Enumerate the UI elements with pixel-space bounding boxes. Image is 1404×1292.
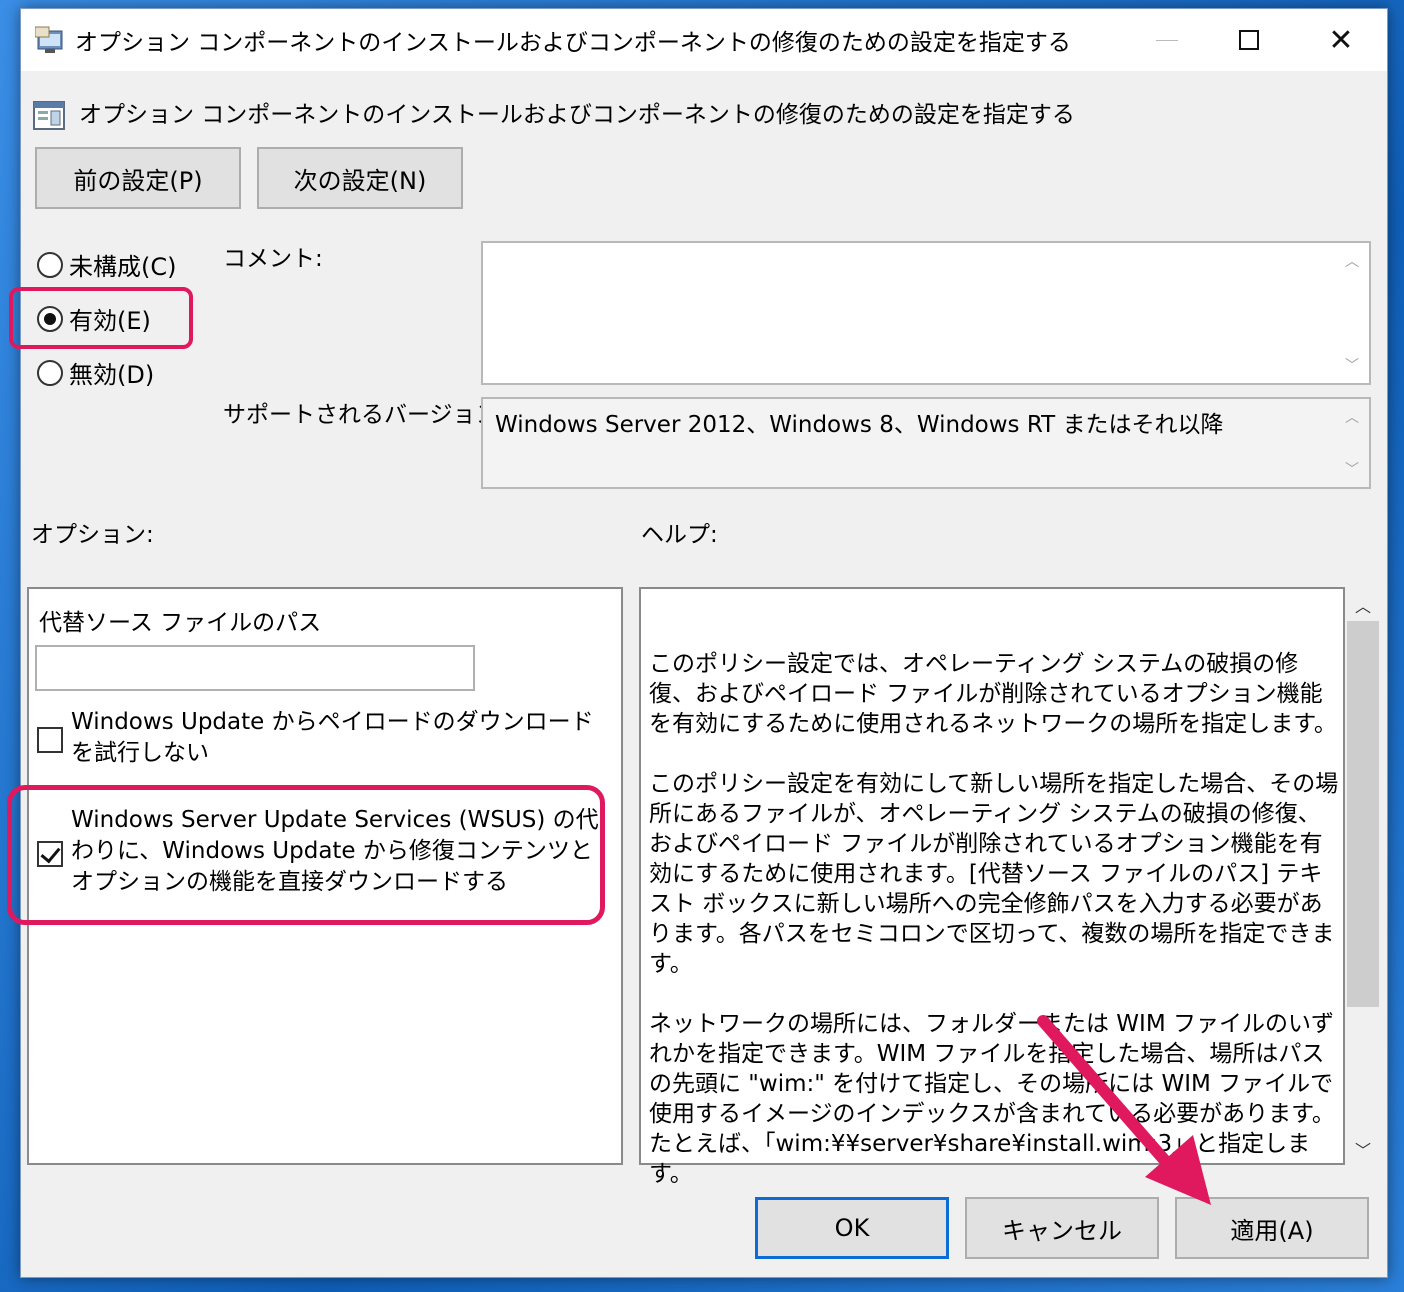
close-button[interactable]: ✕ (1295, 9, 1387, 71)
minimize-icon (1156, 39, 1178, 41)
close-icon: ✕ (1328, 22, 1354, 58)
scrollbar-thumb[interactable] (1347, 621, 1379, 1007)
alternate-source-path-input[interactable] (35, 645, 475, 691)
radio-label: 未構成(C) (69, 253, 177, 281)
no-payload-download-label: Windows Update からペイロードのダウンロードを試行しない (71, 709, 594, 766)
radio-enabled[interactable]: 有効(E) (37, 301, 151, 336)
scroll-down-icon[interactable]: ﹀ (1345, 355, 1359, 375)
download-from-windows-update-checkbox[interactable] (37, 841, 63, 867)
supported-version-label: サポートされるバージョン: (223, 402, 507, 428)
scroll-down-icon[interactable]: ﹀ (1345, 459, 1359, 479)
apply-button[interactable]: 適用(A) (1175, 1197, 1369, 1259)
no-payload-download-checkbox[interactable] (37, 727, 63, 753)
maximize-icon (1239, 30, 1259, 50)
maximize-button[interactable] (1203, 9, 1295, 71)
radio-circle[interactable] (37, 359, 63, 386)
options-panel: 代替ソース ファイルのパス Windows Update からペイロードのダウン… (7, 587, 623, 1165)
policy-app-icon (35, 26, 63, 53)
alternate-source-path-label: 代替ソース ファイルのパス (39, 610, 322, 636)
comment-label: コメント: (223, 246, 323, 272)
help-paragraph: ネットワークの場所には、フォルダーまたは WIM ファイルのいずれかを指定できま… (649, 1011, 1335, 1187)
scroll-up-icon[interactable]: ︿ (1345, 407, 1359, 427)
scroll-up-icon[interactable]: ︿ (1345, 251, 1359, 271)
radio-not-configured[interactable]: 未構成(C) (37, 247, 176, 282)
ok-button[interactable]: OK (755, 1197, 949, 1259)
radio-label: 無効(D) (69, 361, 155, 389)
cancel-button[interactable]: キャンセル (965, 1197, 1159, 1259)
help-text: このポリシー設定では、オペレーティング システムの破損の修復、およびペイロード … (649, 649, 1339, 1219)
options-label: オプション: (31, 522, 154, 548)
scroll-up-icon[interactable]: ︿ (1355, 593, 1371, 617)
help-panel: このポリシー設定では、オペレーティング システムの破損の修復、およびペイロード … (639, 587, 1345, 1187)
radio-label: 有効(E) (69, 307, 151, 335)
help-scrollbar[interactable]: ︿ ﹀ (1347, 587, 1379, 1165)
minimize-button[interactable] (1121, 9, 1213, 71)
scroll-down-icon[interactable]: ﹀ (1355, 1137, 1371, 1161)
help-paragraph: このポリシー設定を有効にして新しい場所を指定した場合、その場所にあるファイルが、… (649, 771, 1339, 977)
policy-title: オプション コンポーネントのインストールおよびコンポーネントの修復のための設定を… (79, 102, 1075, 128)
radio-circle[interactable] (37, 251, 63, 278)
download-from-windows-update-label: Windows Server Update Services (WSUS) の代… (71, 807, 599, 895)
help-paragraph: このポリシー設定では、オペレーティング システムの破損の修復、およびペイロード … (649, 651, 1337, 737)
next-setting-button[interactable]: 次の設定(N) (257, 147, 463, 209)
supported-version-box: Windows Server 2012、Windows 8、Windows RT… (481, 397, 1371, 489)
previous-setting-button[interactable]: 前の設定(P) (35, 147, 241, 209)
window-title: オプション コンポーネントのインストールおよびコンポーネントの修復のための設定を… (75, 30, 1071, 56)
policy-setting-icon (33, 101, 65, 130)
radio-circle-selected[interactable] (37, 305, 63, 332)
title-bar: オプション コンポーネントのインストールおよびコンポーネントの修復のための設定を… (21, 9, 1387, 71)
radio-disabled[interactable]: 無効(D) (37, 355, 154, 390)
help-label: ヘルプ: (641, 522, 718, 548)
supported-version-value: Windows Server 2012、Windows 8、Windows RT… (495, 412, 1224, 438)
comment-textarea[interactable]: ︿ ﹀ (481, 241, 1371, 385)
policy-dialog-window: オプション コンポーネントのインストールおよびコンポーネントの修復のための設定を… (7, 8, 1388, 1278)
